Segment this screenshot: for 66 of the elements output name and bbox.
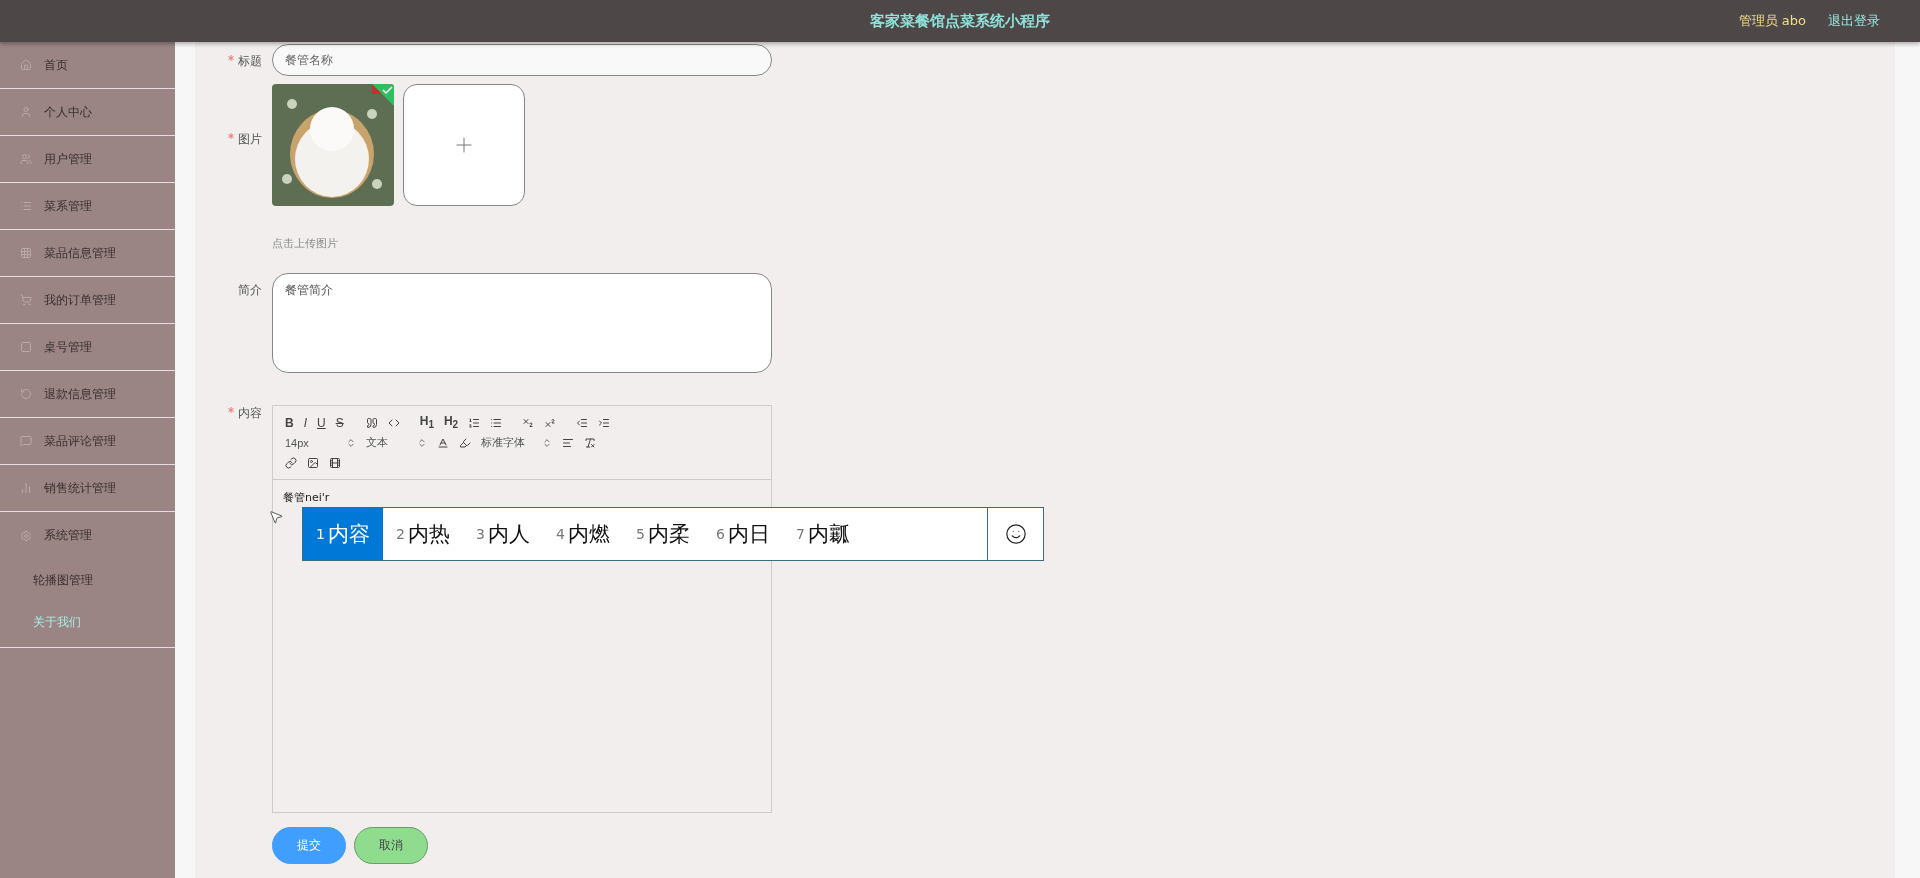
italic-button[interactable]: I — [301, 414, 309, 431]
field-label: 简介 — [237, 282, 262, 299]
highlight-icon — [459, 436, 471, 449]
undo-icon — [20, 388, 32, 400]
subscript-icon — [522, 416, 535, 429]
sidebar-item[interactable]: 桌号管理 — [0, 324, 175, 371]
gear-icon — [20, 529, 32, 542]
link-button[interactable] — [283, 454, 299, 471]
sidebar-item[interactable]: 退款信息管理 — [0, 371, 175, 418]
bar-chart-icon — [20, 482, 32, 494]
upload-button[interactable] — [403, 84, 525, 206]
up-down-caret-icon — [346, 437, 356, 448]
sidebar-subitem[interactable]: 轮播图管理 — [0, 559, 175, 601]
heading-button[interactable]: H$_{1}$ — [417, 414, 436, 431]
ordered-list-icon — [468, 416, 481, 429]
quote-icon — [365, 416, 378, 429]
clear-format-icon — [584, 436, 596, 449]
heading-button[interactable]: H$_{2}$ — [441, 414, 461, 431]
dropdown-select[interactable]: 文本 — [364, 434, 429, 451]
dropdown-select[interactable]: 标准字体 — [479, 434, 554, 451]
up-down-caret-icon — [417, 437, 427, 448]
up-down-caret-icon — [542, 437, 552, 448]
sidebar-item[interactable]: 菜系管理 — [0, 183, 175, 230]
superscript-icon — [544, 416, 557, 429]
list-icon — [20, 200, 32, 212]
sidebar-item[interactable]: 首页 — [0, 42, 175, 89]
square-icon — [20, 341, 32, 353]
mouse-pointer-icon — [268, 509, 284, 525]
sidebar-item[interactable]: 个人中心 — [0, 89, 175, 136]
smiley-icon — [1004, 523, 1027, 545]
app-title: 客家菜餐馆点菜系统小程序 — [870, 11, 1050, 31]
user-name: 管理员 abo — [1738, 12, 1806, 30]
comment-icon — [20, 435, 32, 447]
strikethrough-button[interactable]: S — [333, 414, 346, 431]
cancel-button[interactable]: 取消 — [354, 827, 428, 864]
field-label: 图片 — [195, 76, 262, 148]
image-icon — [307, 456, 319, 469]
editor-text: 餐管nei'r — [282, 490, 331, 506]
bullet-list-icon — [490, 416, 503, 429]
sidebar-item[interactable]: 菜品信息管理 — [0, 230, 175, 277]
sidebar-item[interactable]: 用户管理 — [0, 136, 175, 183]
bold-button[interactable]: B — [283, 414, 296, 431]
indent-icon — [598, 416, 611, 429]
video-icon — [329, 456, 341, 469]
field-label: 内容 — [195, 373, 262, 422]
text-color-icon — [437, 436, 449, 449]
sidebar-item[interactable]: 菜品评论管理 — [0, 418, 175, 465]
user-icon — [20, 106, 32, 118]
grid-icon — [20, 247, 32, 259]
link-icon — [285, 456, 297, 469]
sidebar-item[interactable]: 销售统计管理 — [0, 465, 175, 512]
sidebar-item[interactable]: 我的订单管理 — [0, 277, 175, 324]
sidebar-item[interactable]: 系统管理 — [0, 512, 175, 559]
candidate-item[interactable]: 1 内容 — [303, 508, 383, 560]
upload-hint: 点击上传图片 — [272, 236, 339, 251]
home-icon — [20, 59, 32, 71]
title-field[interactable]: 餐管名称 — [272, 44, 772, 76]
logout-link[interactable]: 退出登录 — [1828, 12, 1880, 30]
align-icon — [562, 436, 574, 449]
field-label: 标题 — [195, 44, 262, 70]
users-icon — [20, 153, 32, 165]
outdent-icon — [576, 416, 589, 429]
underline-button[interactable]: U — [315, 414, 328, 431]
cart-icon — [20, 294, 32, 306]
dropdown-select[interactable]: 14px — [283, 434, 358, 451]
intro-textarea[interactable]: 餐管简介 — [272, 273, 772, 373]
